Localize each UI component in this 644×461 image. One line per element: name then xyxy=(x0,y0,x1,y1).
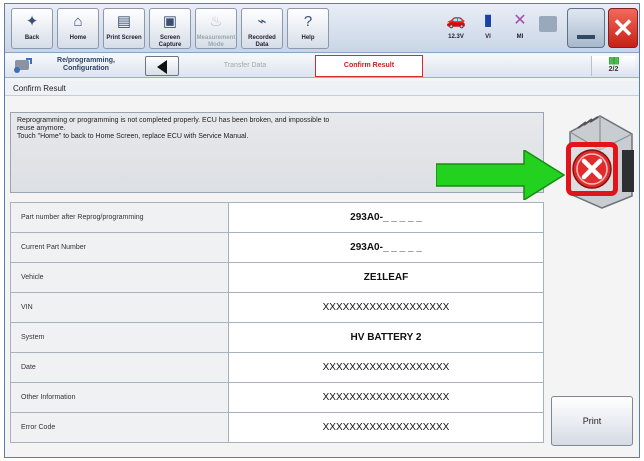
row-label: Part number after Reprog/programming xyxy=(10,202,229,233)
error-x-icon xyxy=(572,149,612,189)
row-label: Date xyxy=(10,352,229,383)
recorded-data-icon: ⌁ xyxy=(257,13,267,30)
row-value: 293A0-_ _ _ _ _ xyxy=(228,232,544,263)
row-value: 293A0-_ _ _ _ _ xyxy=(228,202,544,233)
home-icon: ⌂ xyxy=(73,13,83,30)
row-label: Vehicle xyxy=(10,262,229,293)
close-icon: ✕ xyxy=(612,13,634,43)
green-arrow-pointer xyxy=(436,150,566,200)
table-row: Error Code XXXXXXXXXXXXXXXXXXX xyxy=(10,412,544,443)
minimize-button[interactable] xyxy=(567,8,605,48)
reprogramming-icon xyxy=(14,58,32,73)
minimize-icon xyxy=(577,35,595,39)
close-button[interactable]: ✕ xyxy=(608,8,638,48)
row-label: Current Part Number xyxy=(10,232,229,263)
vi-connector-icon: ▮ xyxy=(483,12,493,29)
print-button[interactable]: Print xyxy=(551,396,633,446)
back-button[interactable] xyxy=(145,56,179,76)
star-icon: ✦ xyxy=(25,13,39,30)
page-indicator: |||||||| 2/2 xyxy=(591,56,635,76)
results-table: Part number after Reprog/programming 293… xyxy=(10,202,544,443)
recorded-data-button[interactable]: ⌁ Recorded Data xyxy=(241,8,283,49)
row-value: XXXXXXXXXXXXXXXXXXX xyxy=(228,352,544,383)
measurement-mode-button[interactable]: ♨ Measurement Mode xyxy=(195,8,237,49)
row-label: Error Code xyxy=(10,412,229,443)
vi-status: ▮ VI xyxy=(473,8,503,40)
row-value: XXXXXXXXXXXXXXXXXXX xyxy=(228,382,544,413)
row-label: System xyxy=(10,322,229,353)
row-value: XXXXXXXXXXXXXXXXXXX xyxy=(228,292,544,323)
row-value: XXXXXXXXXXXXXXXXXXX xyxy=(228,412,544,443)
row-label: Other Information xyxy=(10,382,229,413)
mi-status: ✕ MI xyxy=(505,8,535,40)
error-message-line: Reprogramming or programming is not comp… xyxy=(17,117,330,132)
print-screen-button[interactable]: ▤ Print Screen xyxy=(103,8,145,49)
main-toolbar: ✦ Back ⌂ Home ▤ Print Screen ▣ Screen Ca… xyxy=(5,4,639,53)
table-row: VIN XXXXXXXXXXXXXXXXXXX xyxy=(10,292,544,323)
measurement-mode-icon: ♨ xyxy=(209,13,223,30)
vehicle-battery-status: 🚗 12.3V xyxy=(441,8,471,40)
connection-status: 🚗 12.3V ▮ VI ✕ MI xyxy=(441,8,557,49)
step-confirm-result: Confirm Result xyxy=(315,55,423,77)
table-row: System HV BATTERY 2 xyxy=(10,322,544,353)
mi-disconnected-icon: ✕ xyxy=(513,12,527,29)
car-icon: 🚗 xyxy=(446,12,466,29)
screen-capture-button[interactable]: ▣ Screen Capture xyxy=(149,8,191,49)
row-label: VIN xyxy=(10,292,229,323)
table-row: Vehicle ZE1LEAF xyxy=(10,262,544,293)
help-button[interactable]: ? Help xyxy=(287,8,329,49)
screen-capture-icon: ▣ xyxy=(162,13,178,30)
table-row: Other Information XXXXXXXXXXXXXXXXXXX xyxy=(10,382,544,413)
breadcrumb: Re/programming, Configuration Transfer D… xyxy=(5,54,639,78)
print-screen-icon: ▤ xyxy=(116,13,132,30)
back-toolbar-button[interactable]: ✦ Back xyxy=(11,8,53,49)
help-icon: ? xyxy=(303,13,313,30)
progress-bars-icon: |||||||| xyxy=(608,56,620,65)
table-row: Current Part Number 293A0-_ _ _ _ _ xyxy=(10,232,544,263)
table-row: Date XXXXXXXXXXXXXXXXXXX xyxy=(10,352,544,383)
step-transfer-data: Transfer Data xyxy=(223,62,267,69)
instruction-message-line: Touch "Home" to back to Home Screen, rep… xyxy=(17,133,249,140)
home-button[interactable]: ⌂ Home xyxy=(57,8,99,49)
back-arrow-icon xyxy=(157,60,167,74)
section-title: Confirm Result xyxy=(5,81,639,96)
row-value: ZE1LEAF xyxy=(228,262,544,293)
breadcrumb-title: Re/programming, Configuration xyxy=(57,57,115,72)
table-row: Part number after Reprog/programming 293… xyxy=(10,202,544,233)
keyboard-icon xyxy=(539,16,557,32)
row-value: HV BATTERY 2 xyxy=(228,322,544,353)
